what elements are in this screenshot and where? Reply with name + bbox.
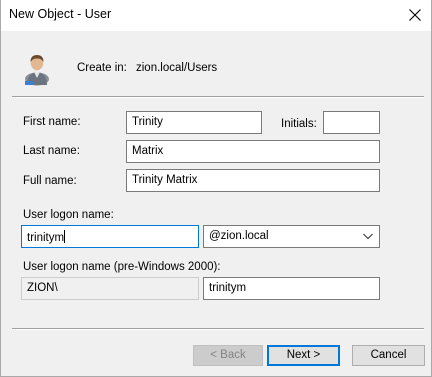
back-button[interactable]: < Back	[193, 345, 263, 366]
text-caret	[64, 230, 66, 243]
last-name-label: Last name:	[23, 145, 80, 157]
cancel-button[interactable]: Cancel	[352, 345, 425, 366]
create-in-path: zion.local/Users	[136, 62, 218, 74]
domain-suffix-value: @zion.local	[209, 230, 269, 242]
close-button[interactable]	[396, 0, 432, 31]
first-name-value: Trinity	[132, 116, 163, 128]
logon-name-label: User logon name:	[23, 209, 114, 221]
first-name-field[interactable]: Trinity	[126, 111, 262, 134]
domain-suffix-dropdown[interactable]: @zion.local	[203, 225, 380, 248]
pre2000-name-field[interactable]: trinitym	[203, 277, 380, 300]
back-button-label: < Back	[210, 349, 246, 361]
full-name-value: Trinity Matrix	[132, 174, 198, 186]
pre2000-domain-field: ZION\	[21, 277, 199, 300]
title-bar: New Object - User	[0, 0, 432, 31]
create-in-label: Create in:	[77, 62, 127, 74]
cancel-button-label: Cancel	[370, 349, 407, 361]
full-name-label: Full name:	[23, 175, 77, 187]
divider-bottom	[12, 328, 424, 330]
pre2000-name-value: trinitym	[209, 282, 247, 294]
chevron-down-icon	[363, 233, 373, 240]
full-name-field[interactable]: Trinity Matrix	[126, 169, 380, 192]
first-name-label: First name:	[23, 116, 81, 128]
next-button-label: Next >	[286, 349, 321, 361]
initials-label: Initials:	[281, 118, 317, 130]
logon-name-field[interactable]: trinitym	[21, 225, 199, 248]
close-icon	[409, 9, 421, 21]
initials-field[interactable]	[323, 111, 380, 134]
pre2000-label: User logon name (pre-Windows 2000):	[23, 261, 221, 273]
pre2000-domain-value: ZION\	[27, 282, 58, 294]
logon-name-value: trinitym	[27, 232, 65, 244]
last-name-field[interactable]: Matrix	[126, 140, 380, 163]
user-icon	[25, 55, 49, 86]
dialog-body	[1, 31, 431, 376]
next-button[interactable]: Next >	[267, 345, 340, 366]
last-name-value: Matrix	[132, 145, 164, 157]
divider-top	[12, 96, 424, 98]
window-title: New Object - User	[9, 7, 112, 21]
